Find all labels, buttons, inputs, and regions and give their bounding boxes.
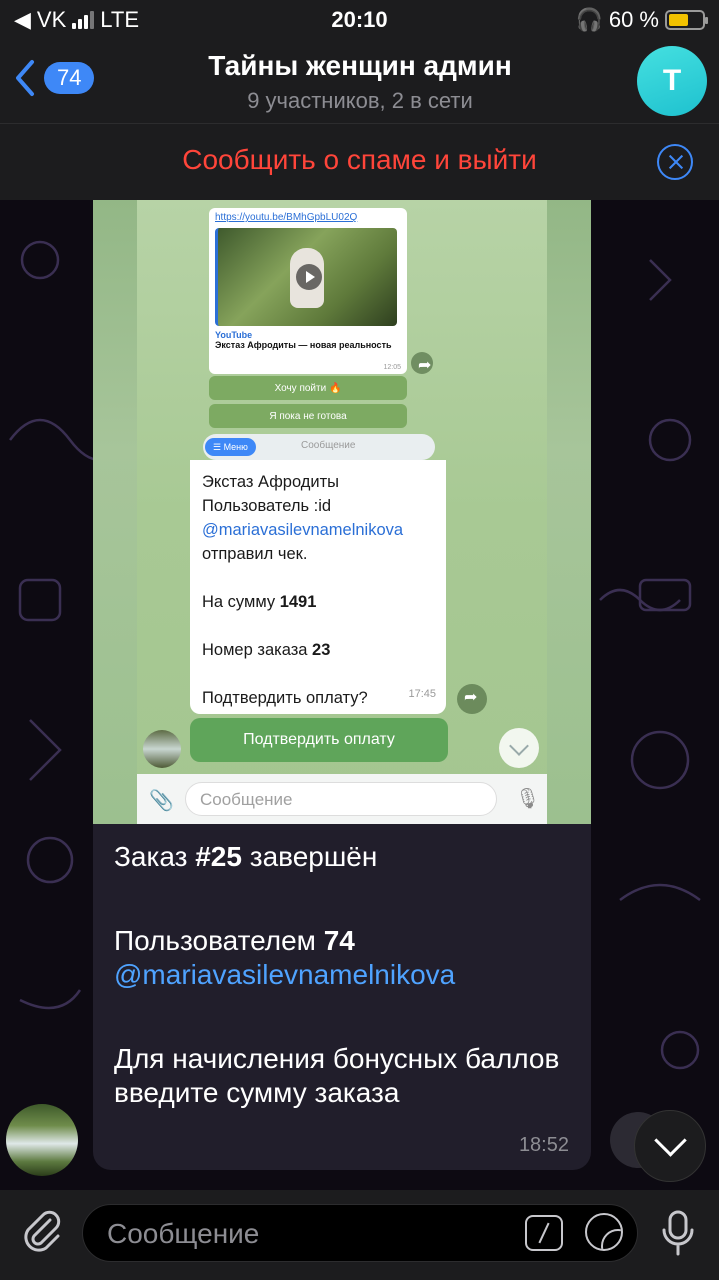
receipt-time: 17:45 <box>408 688 436 700</box>
chat-avatar[interactable]: T <box>637 46 707 116</box>
play-icon <box>296 264 322 290</box>
receipt-line3: отправил чек. <box>202 545 308 563</box>
headphones-icon: 🎧 <box>575 7 603 32</box>
bonus-text: Для начисления бонусных баллов введите с… <box>114 1043 560 1108</box>
photo-input-field: Сообщение <box>185 782 497 816</box>
close-icon[interactable] <box>657 144 693 180</box>
mini-placeholder: Сообщение <box>301 440 356 451</box>
scroll-down-button[interactable] <box>634 1110 706 1182</box>
status-right: 🎧 60 % <box>575 7 708 33</box>
avatar <box>143 730 181 768</box>
forward-icon <box>411 352 433 375</box>
receipt-order: Номер заказа 23 <box>202 641 331 659</box>
mic-icon[interactable] <box>656 1208 700 1258</box>
order-line: Заказ #25 завершён <box>114 841 378 872</box>
report-spam-button[interactable]: Сообщить о спаме и выйти <box>0 144 719 176</box>
unread-badge: 74 <box>44 62 95 94</box>
receipt-message: Экстаз Афродиты Пользователь :id @mariav… <box>190 460 446 714</box>
receipt-sum: На сумму 1491 <box>202 593 317 611</box>
message-time: 18:52 <box>518 1134 569 1156</box>
message-caption: Заказ #25 завершён Пользователем 74 @mar… <box>114 840 584 1110</box>
chat-subtitle: 9 участников, 2 в сети <box>247 88 473 113</box>
back-button[interactable]: 74 <box>12 58 95 98</box>
attach-icon[interactable] <box>20 1208 64 1252</box>
user-mention-link[interactable]: @mariavasilevnamelnikova <box>114 958 584 992</box>
not-ready-button-preview: Я пока не готова <box>209 404 407 428</box>
status-bar: ◀ VK LTE 20:10 🎧 60 % <box>0 0 719 40</box>
user-line: Пользователем 74 <box>114 925 355 956</box>
chat-title-area[interactable]: Тайны женщин админ 9 участников, 2 в сет… <box>120 50 600 114</box>
message-input-bar <box>0 1190 719 1280</box>
battery-percent: 60 % <box>608 7 659 32</box>
message-bubble[interactable]: https://youtu.be/BMhGpbLU02Q YouTube Экс… <box>93 200 591 1170</box>
youtube-source: YouTube <box>215 330 253 340</box>
youtube-preview-card: https://youtu.be/BMhGpbLU02Q YouTube Экс… <box>209 208 407 374</box>
chevron-left-icon <box>16 60 34 96</box>
youtube-link: https://youtu.be/BMhGpbLU02Q <box>215 212 358 223</box>
sticker-icon[interactable] <box>585 1213 623 1251</box>
chevron-down-icon <box>499 728 539 768</box>
message-photo[interactable]: https://youtu.be/BMhGpbLU02Q YouTube Экс… <box>93 200 591 824</box>
receipt-mention: @mariavasilevnamelnikova <box>202 521 404 539</box>
photo-input-placeholder: Сообщение <box>200 790 293 809</box>
battery-icon <box>665 10 708 30</box>
chat-title: Тайны женщин админ <box>208 50 512 81</box>
attach-icon: 📎 <box>149 790 174 812</box>
mic-icon: 🎙 <box>515 788 541 810</box>
video-thumbnail <box>215 228 397 326</box>
chat-header: 74 Тайны женщин админ 9 участников, 2 в … <box>0 40 719 124</box>
message-input-field[interactable] <box>82 1204 638 1262</box>
youtube-time: 12:05 <box>383 364 401 371</box>
receipt-line1: Экстаз Афродиты <box>202 473 340 491</box>
go-button-preview: Хочу пойти 🔥 <box>209 376 407 400</box>
commands-icon[interactable] <box>525 1215 563 1251</box>
receipt-line2: Пользователь :id <box>202 497 332 515</box>
mini-input-preview: ☰ Меню Сообщение <box>203 434 435 460</box>
receipt-question: Подтвердить оплату? <box>202 689 368 707</box>
menu-button-preview: ☰ Меню <box>205 438 256 456</box>
message-input[interactable] <box>107 1217 507 1251</box>
youtube-title: Экстаз Афродиты — новая реальность <box>215 340 392 350</box>
confirm-payment-button-preview: Подтвердить оплату <box>190 718 448 762</box>
battery-fill <box>669 14 689 26</box>
spam-report-bar: Сообщить о спаме и выйти <box>0 124 719 200</box>
forward-icon <box>457 684 487 714</box>
sender-avatar[interactable] <box>6 1104 78 1176</box>
